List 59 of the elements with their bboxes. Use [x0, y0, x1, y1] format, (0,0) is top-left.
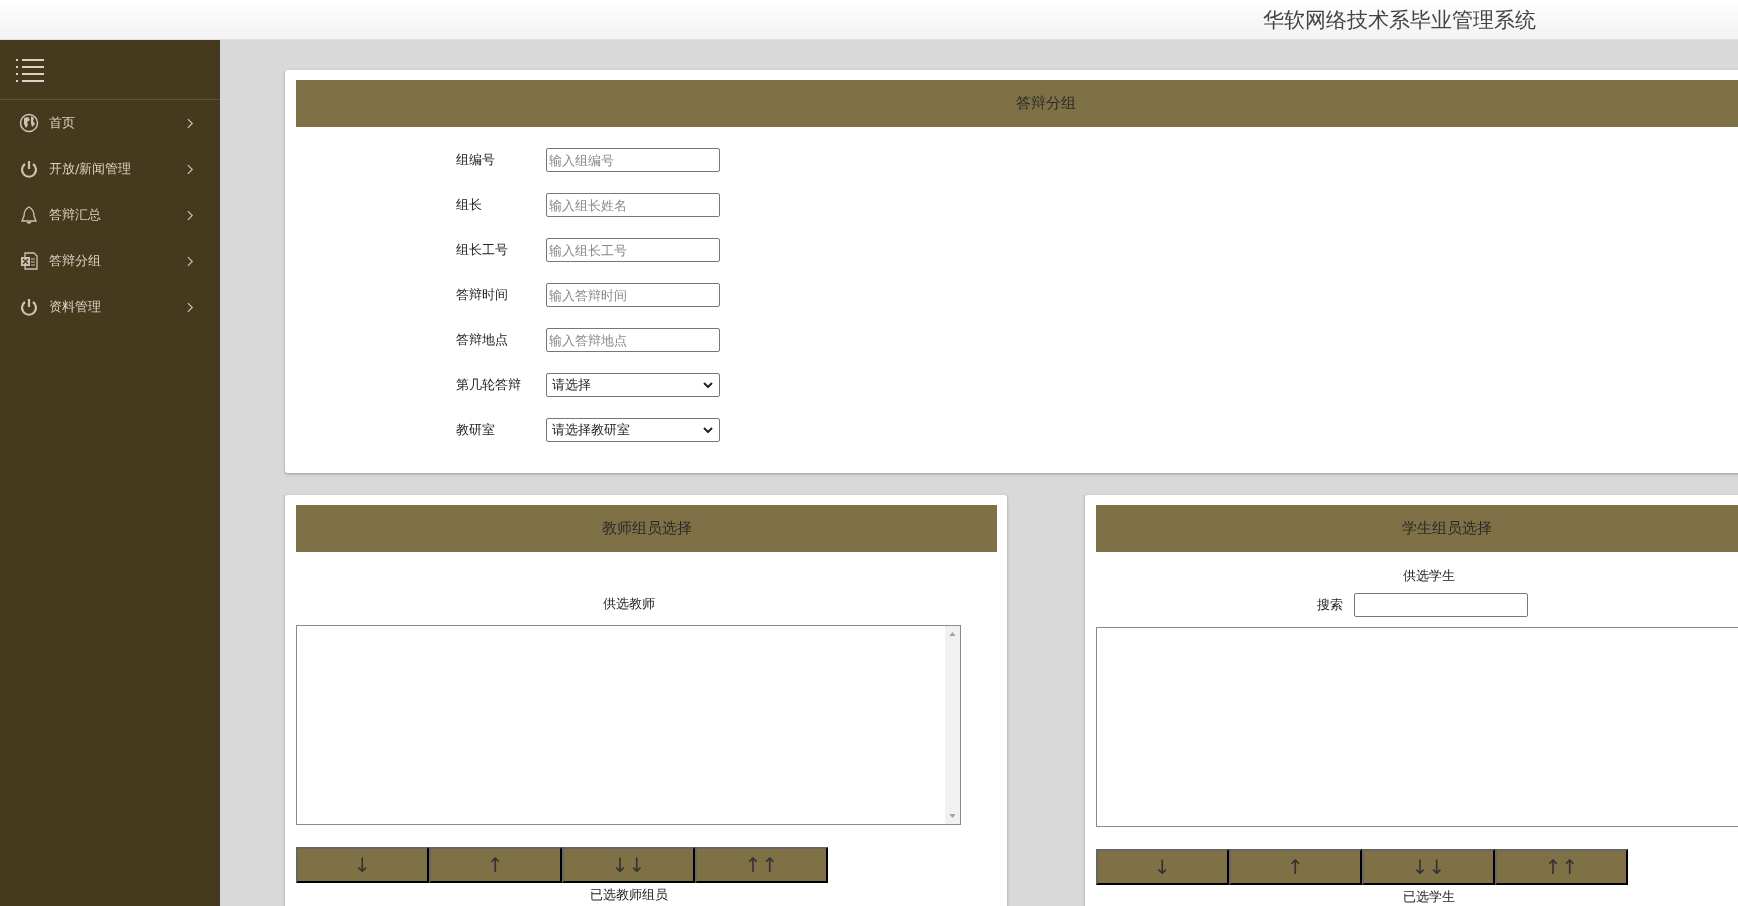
field-label: 第几轮答辩 [456, 376, 522, 394]
app-title: 华软网络技术系毕业管理系统 [1263, 6, 1536, 34]
bell-icon [19, 205, 39, 225]
field-label: 教研室 [456, 421, 496, 439]
field-label: 组长工号 [456, 241, 509, 259]
card-title: 答辩分组 [1016, 94, 1076, 113]
field-label: 组编号 [456, 151, 496, 169]
caret-icon [703, 427, 713, 433]
move-button[interactable]: ↓↓ [562, 847, 695, 883]
spreadsheet-icon [19, 251, 39, 271]
chevron-right-icon [187, 117, 194, 129]
list-caption: 供选教师 [603, 595, 655, 613]
dropdown[interactable]: 请选择教研室 [546, 418, 720, 442]
move-button[interactable]: ↑ [1229, 849, 1362, 885]
input-field[interactable]: 输入组编号 [546, 148, 720, 172]
input-field[interactable]: 输入组长工号 [546, 238, 720, 262]
sidebar-item[interactable]: 答辩汇总 [0, 192, 220, 238]
sidebar-item[interactable]: 开放/新闻管理 [0, 146, 220, 192]
input-field[interactable]: 输入组长姓名 [546, 193, 720, 217]
chevron-right-icon [187, 301, 194, 313]
field-label: 答辩时间 [456, 286, 509, 304]
field-label: 组长 [456, 196, 483, 214]
move-button[interactable]: ↑↑ [695, 847, 828, 883]
search-field[interactable] [1354, 593, 1528, 617]
sidebar-item[interactable]: 答辩分组 [0, 238, 220, 284]
sidebar-label: 资料管理 [49, 298, 102, 316]
move-button[interactable]: ↓ [1096, 849, 1229, 885]
move-button[interactable]: ↓↓ [1362, 849, 1495, 885]
chevron-right-icon [187, 209, 194, 221]
power-icon [19, 159, 39, 179]
caret-icon [703, 382, 713, 388]
list-caption: 已选教师组员 [590, 886, 668, 904]
move-button[interactable]: ↑↑ [1495, 849, 1628, 885]
move-button[interactable]: ↓ [296, 847, 429, 883]
chevron-right-icon [187, 163, 194, 175]
sidebar-label: 答辩分组 [49, 252, 102, 270]
menu-icon[interactable] [16, 57, 44, 82]
field-label: 答辩地点 [456, 331, 509, 349]
list-box[interactable] [296, 625, 961, 825]
list-caption: 已选学生 [1403, 888, 1455, 906]
sidebar-item[interactable]: 资料管理 [0, 284, 220, 330]
input-field[interactable]: 输入答辩时间 [546, 283, 720, 307]
card-title: 教师组员选择 [601, 519, 692, 538]
search-label: 搜索 [1317, 596, 1343, 614]
card-title: 学生组员选择 [1401, 519, 1492, 538]
input-field[interactable]: 输入答辩地点 [546, 328, 720, 352]
scrollbar[interactable] [945, 626, 960, 824]
globe-icon [19, 113, 39, 133]
sidebar-label: 开放/新闻管理 [49, 160, 133, 178]
sidebar-label: 首页 [49, 114, 76, 132]
list-caption: 供选学生 [1403, 567, 1455, 585]
move-button[interactable]: ↑ [429, 847, 562, 883]
chevron-right-icon [187, 255, 194, 267]
dropdown[interactable]: 请选择 [546, 373, 720, 397]
sidebar-label: 答辩汇总 [49, 206, 102, 224]
scroll-up-icon[interactable] [949, 632, 956, 636]
sidebar-item[interactable]: 首页 [0, 100, 220, 146]
power-icon [19, 297, 39, 317]
scroll-down-icon[interactable] [949, 814, 956, 818]
